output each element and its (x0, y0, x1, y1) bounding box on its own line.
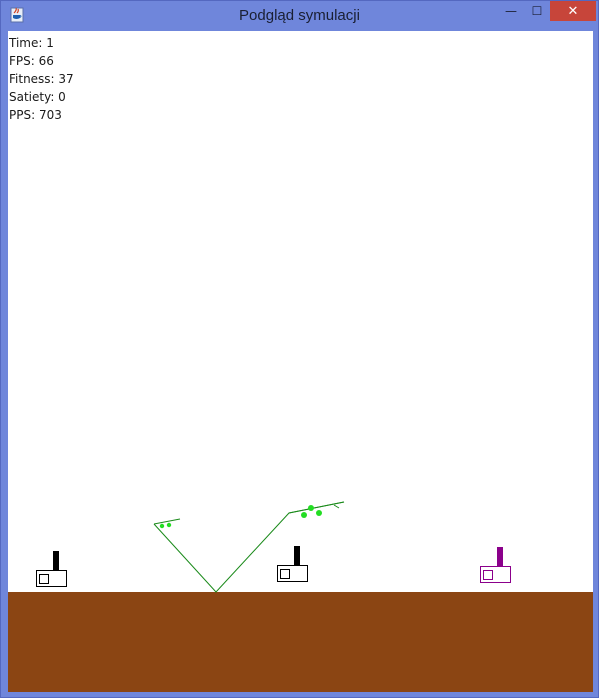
tank-3[interactable] (480, 547, 511, 583)
plant-stem (153, 501, 345, 593)
food-pellet (159, 523, 165, 529)
tank-1[interactable] (36, 551, 67, 587)
tank-2[interactable] (277, 546, 308, 582)
plant-branch-left (153, 518, 181, 525)
tank-hatch (39, 574, 49, 584)
stat-pps: PPS: 703 (9, 108, 62, 122)
tank-barrel (294, 546, 300, 566)
stat-fitness: Fitness: 37 (9, 72, 74, 86)
simulation-canvas[interactable]: Time: 1 FPS: 66 Fitness: 37 Satiety: 0 P… (8, 31, 593, 692)
stat-satiety: Satiety: 0 (9, 90, 66, 104)
close-button[interactable]: ✕ (550, 1, 596, 21)
food-pellet (308, 505, 314, 511)
stats-overlay: Time: 1 FPS: 66 Fitness: 37 Satiety: 0 P… (9, 34, 74, 124)
tank-hatch (483, 570, 493, 580)
stat-fps: FPS: 66 (9, 54, 54, 68)
title-bar[interactable]: Podgląd symulacji — ☐ ✕ (1, 1, 598, 31)
minimize-button[interactable]: — (498, 1, 524, 21)
stat-time: Time: 1 (9, 36, 54, 50)
food-pellet (166, 522, 172, 528)
plant-twig (333, 504, 340, 509)
food-pellet (316, 510, 322, 516)
tank-barrel (53, 551, 59, 571)
simulation-scene (8, 501, 593, 692)
simulation-window: Podgląd symulacji — ☐ ✕ Time: 1 FPS: 66 … (0, 0, 599, 698)
food-pellet (301, 512, 307, 518)
ground (8, 592, 593, 692)
tank-hatch (280, 569, 290, 579)
maximize-button[interactable]: ☐ (524, 1, 550, 21)
